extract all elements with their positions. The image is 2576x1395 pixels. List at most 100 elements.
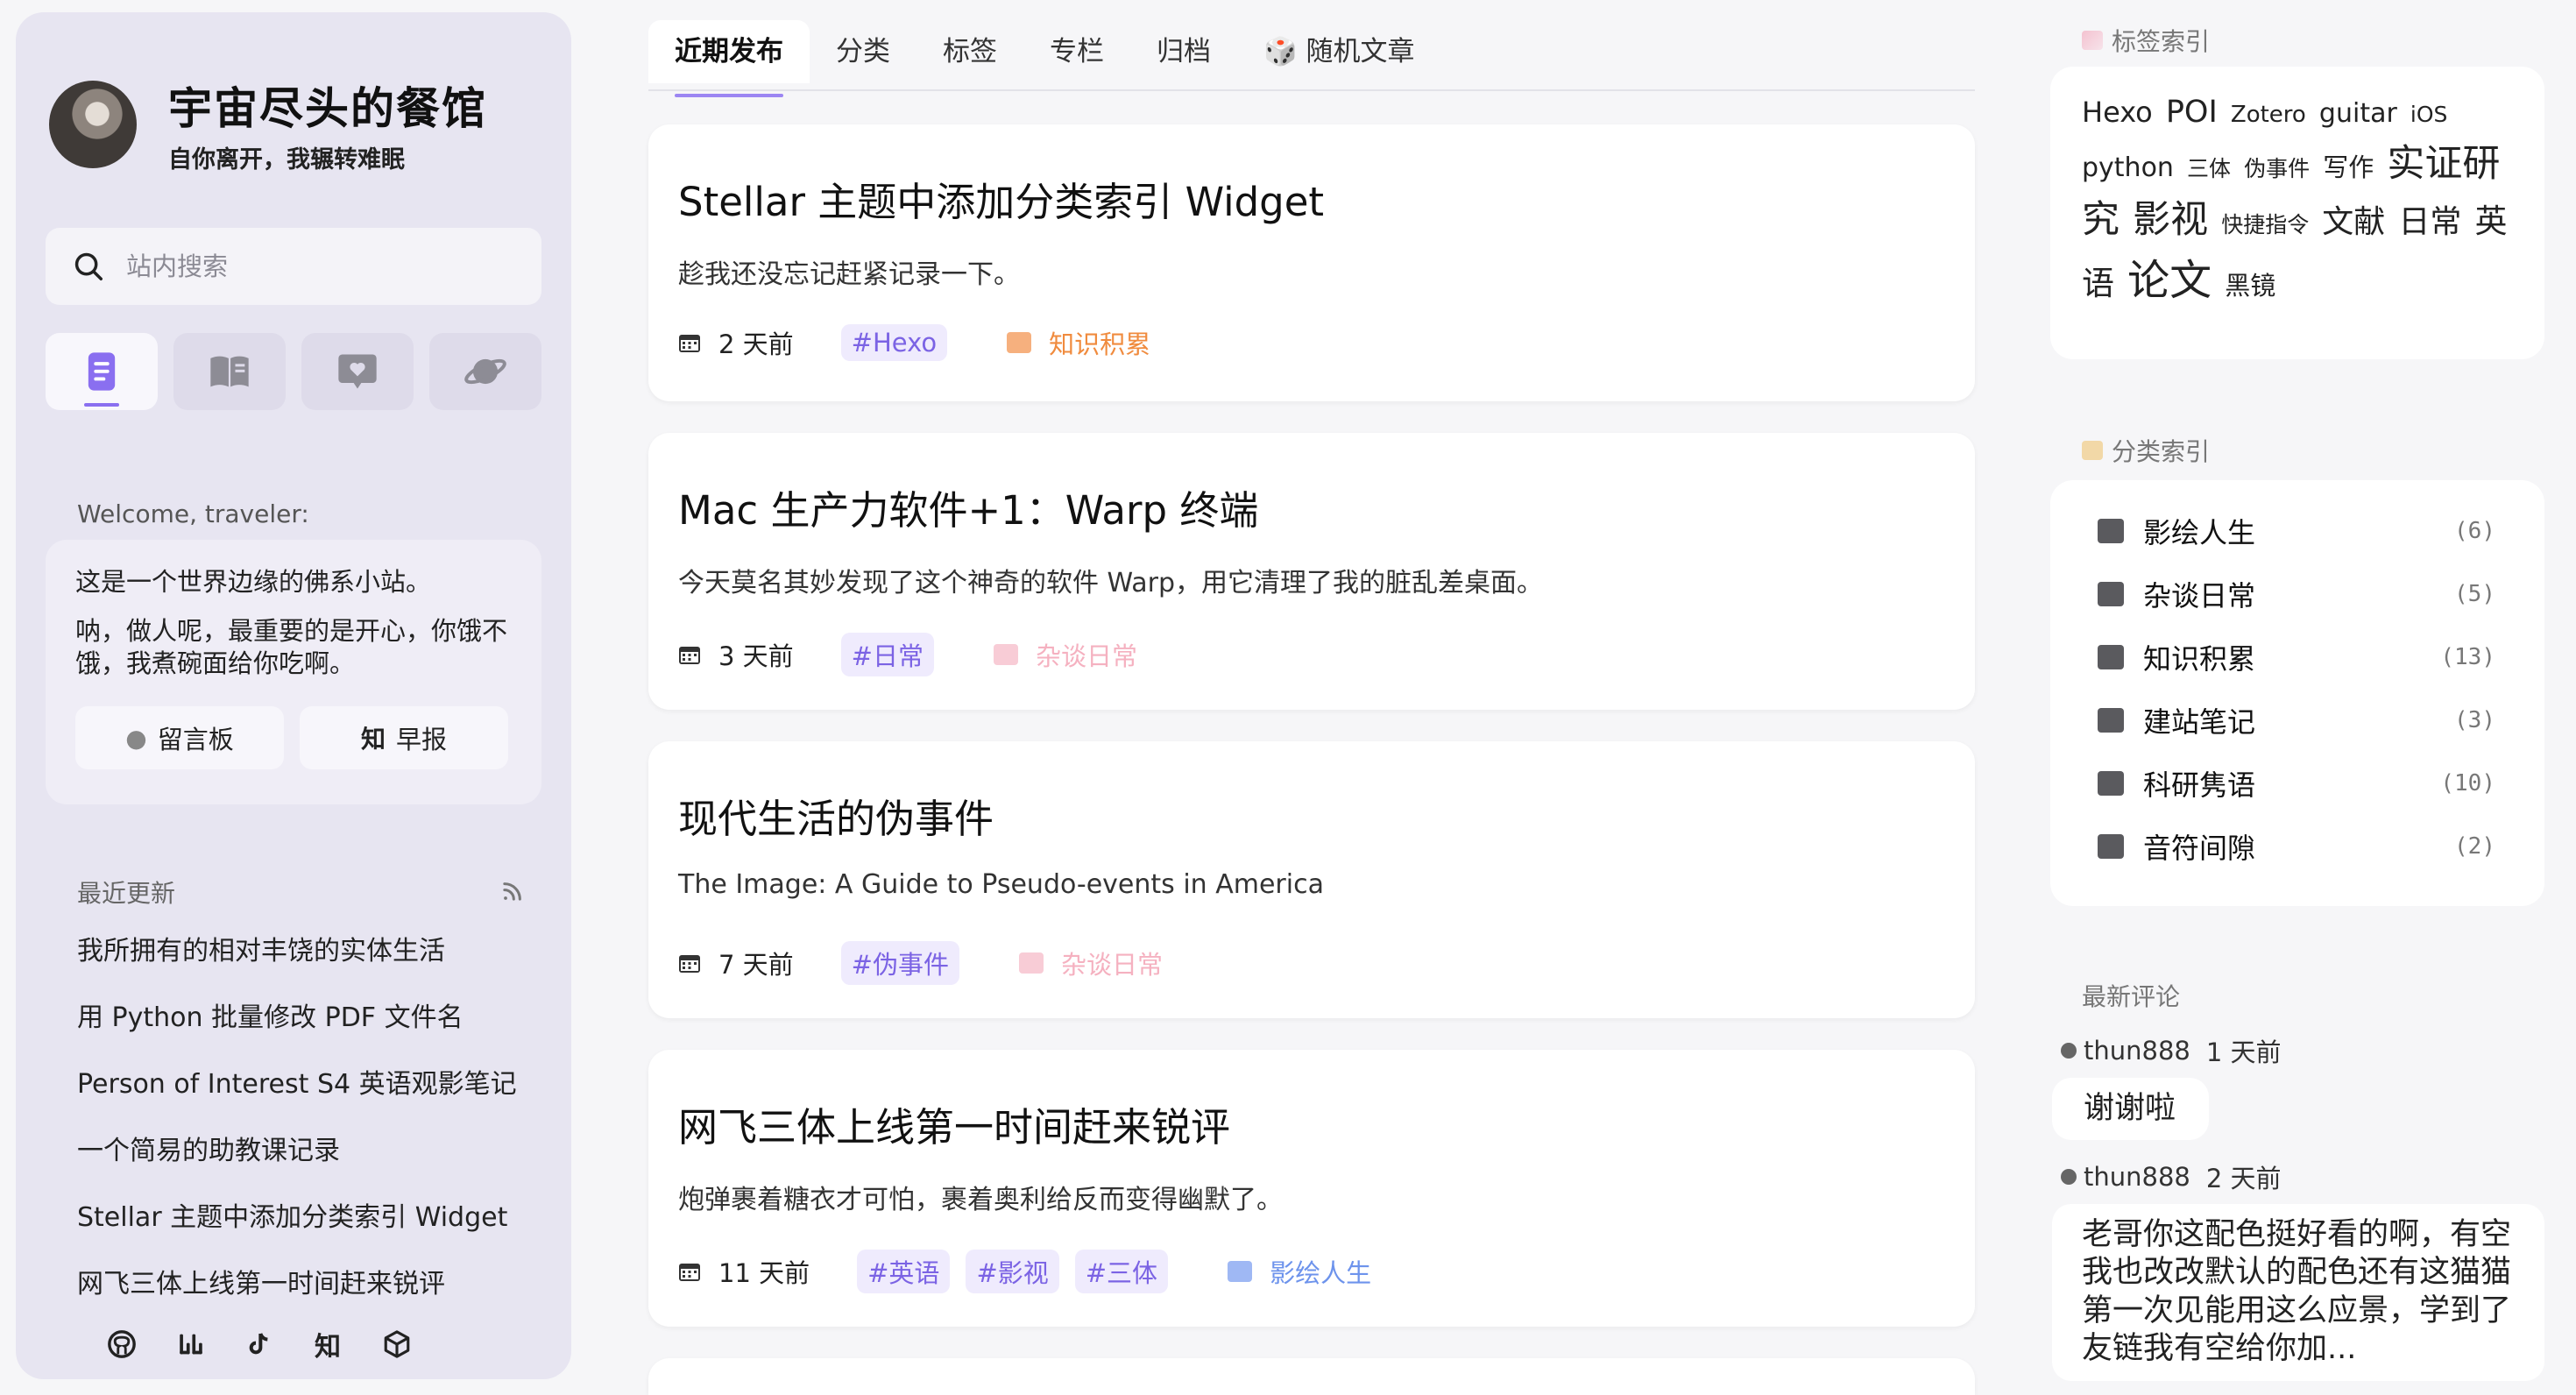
post-title[interactable]: 网飞三体上线第一时间赶来锐评 — [678, 1095, 1230, 1152]
post-card[interactable]: Stellar 主题中添加分类索引 Widget 趁我还没忘记赶紧记录一下。 2… — [648, 124, 1975, 401]
tag-link[interactable]: 文献 — [2322, 204, 2385, 240]
recent-item[interactable]: 一个简易的助教课记录 — [77, 1129, 517, 1195]
document-icon — [88, 352, 116, 391]
tag-link[interactable]: Zotero — [2231, 102, 2306, 128]
post-meta: 7 天前 #伪事件 杂谈日常 — [678, 941, 1163, 985]
calendar-icon — [679, 955, 700, 973]
tab-archive[interactable]: 归档 — [1130, 20, 1237, 83]
tag-link[interactable]: Hexo — [2082, 96, 2153, 129]
nav-wiki-tab[interactable] — [173, 333, 286, 410]
category-item[interactable]: 影绘人生 (6) — [2098, 499, 2495, 563]
site-title[interactable]: 宇宙尽头的餐馆 — [168, 74, 487, 137]
latest-comments-header: 最新评论 — [2082, 978, 2180, 1013]
tag-link[interactable]: 三体 — [2187, 156, 2231, 181]
tag-link[interactable]: 论文 — [2127, 256, 2212, 305]
cube-icon[interactable] — [382, 1329, 412, 1359]
category-index-header: 分类索引 — [2082, 433, 2210, 468]
category-item[interactable]: 知识积累 (13) — [2098, 626, 2495, 689]
tag-link[interactable]: POI — [2166, 95, 2218, 130]
post-category-label: 知识积累 — [1049, 329, 1151, 359]
tag-link[interactable]: 日常 — [2398, 204, 2461, 240]
calendar-icon — [679, 647, 700, 664]
search-input[interactable] — [126, 251, 512, 281]
tab-random-post[interactable]: 🎲 随机文章 — [1237, 20, 1440, 83]
category-item[interactable]: 科研隽语 (10) — [2098, 752, 2495, 815]
folder-icon — [2098, 519, 2124, 543]
post-card[interactable] — [648, 1358, 1975, 1395]
left-sidebar: 宇宙尽头的餐馆 自你离开，我辗转难眠 Welcome, traveler: 这是… — [16, 12, 571, 1379]
tag-link[interactable]: 黑镜 — [2225, 271, 2275, 301]
post-card[interactable]: 网飞三体上线第一时间赶来锐评 炮弹裹着糖衣才可怕，裹着奥利给反而变得幽默了。 1… — [648, 1050, 1975, 1327]
comment-user[interactable]: thun888 — [2084, 1036, 2190, 1066]
tab-categories[interactable]: 分类 — [810, 20, 916, 83]
post-tag[interactable]: #伪事件 — [840, 941, 959, 985]
tag-index-header: 标签索引 — [2082, 23, 2210, 58]
recent-item[interactable]: 用 Python 批量修改 PDF 文件名 — [77, 995, 517, 1062]
post-tag[interactable]: #日常 — [840, 633, 934, 676]
folder-icon — [993, 644, 1018, 665]
tag-link[interactable]: 伪事件 — [2244, 156, 2310, 181]
tab-tags[interactable]: 标签 — [916, 20, 1023, 83]
comment-bubble[interactable]: 老哥你这配色挺好看的啊，有空我也改改默认的配色还有这猫猫第一次见能用这么应景，学… — [2052, 1204, 2544, 1381]
recent-item[interactable]: Person of Interest S4 英语观影笔记 — [77, 1062, 517, 1129]
post-card[interactable]: Mac 生产力软件+1：Warp 终端 今天莫名其妙发现了这个神奇的软件 War… — [648, 433, 1975, 710]
tab-recent[interactable]: 近期发布 — [648, 20, 810, 97]
comment-meta: thun888 2 天前 — [2061, 1158, 2282, 1195]
post-tag[interactable]: #英语 — [857, 1250, 951, 1293]
tag-link[interactable]: iOS — [2410, 102, 2448, 127]
search-box[interactable] — [46, 228, 541, 305]
post-category[interactable]: 杂谈日常 — [1018, 945, 1163, 981]
post-meta: 3 天前 #日常 杂谈日常 — [678, 633, 1137, 676]
post-category-label: 影绘人生 — [1270, 1258, 1372, 1288]
daily-news-button[interactable]: 知 早报 — [300, 706, 508, 769]
welcome-line-2: 呐，做人呢，最重要的是开心，你饿不饿，我煮碗面给你吃啊。 — [75, 616, 508, 678]
folder-icon — [1228, 1261, 1253, 1282]
tiktok-icon[interactable] — [245, 1329, 273, 1359]
user-dot-icon — [2061, 1043, 2077, 1059]
comment-bubble[interactable]: 谢谢啦 — [2052, 1078, 2210, 1141]
post-title[interactable]: 现代生活的伪事件 — [678, 787, 994, 844]
post-category[interactable]: 杂谈日常 — [993, 636, 1137, 673]
bilibili-icon[interactable] — [175, 1329, 207, 1359]
category-count: (10) — [2440, 770, 2495, 797]
category-name: 影绘人生 — [2143, 516, 2256, 549]
zhihu-icon[interactable]: 知 — [312, 1325, 343, 1363]
post-title[interactable]: Mac 生产力软件+1：Warp 终端 — [678, 478, 1258, 535]
post-tag[interactable]: #影视 — [966, 1250, 1059, 1293]
github-icon[interactable] — [107, 1329, 137, 1359]
tag-link[interactable]: python — [2082, 152, 2174, 183]
user-dot-icon — [2061, 1169, 2077, 1185]
comment-time: 2 天前 — [2205, 1164, 2282, 1193]
avatar[interactable] — [49, 80, 137, 168]
recent-item[interactable]: 网飞三体上线第一时间赶来锐评 — [77, 1262, 517, 1328]
zhihu-icon: 知 — [360, 725, 386, 754]
guestbook-button[interactable]: ● 留言板 — [75, 706, 284, 769]
nav-notes-tab[interactable] — [301, 333, 414, 410]
category-item[interactable]: 建站笔记 (3) — [2098, 689, 2495, 752]
latest-comments-title: 最新评论 — [2082, 982, 2181, 1011]
nav-posts-tab[interactable] — [46, 333, 158, 410]
comment-user[interactable]: thun888 — [2084, 1162, 2190, 1192]
recent-item[interactable]: Stellar 主题中添加分类索引 Widget — [77, 1195, 517, 1262]
category-item[interactable]: 杂谈日常 (5) — [2098, 563, 2495, 626]
social-links: 知 — [107, 1325, 412, 1363]
tag-link[interactable]: 写作 — [2323, 152, 2374, 182]
tag-link[interactable]: 快捷指令 — [2221, 212, 2309, 237]
recent-item[interactable]: 我所拥有的相对丰饶的实体生活 — [77, 929, 517, 995]
post-tag[interactable]: #Hexo — [840, 324, 948, 361]
tag-link[interactable]: guitar — [2319, 98, 2397, 129]
post-category[interactable]: 影绘人生 — [1228, 1253, 1371, 1290]
category-name: 科研隽语 — [2143, 768, 2256, 802]
profile-text: 宇宙尽头的餐馆 自你离开，我辗转难眠 — [168, 74, 487, 174]
post-card[interactable]: 现代生活的伪事件 The Image: A Guide to Pseudo-ev… — [648, 741, 1975, 1018]
category-item[interactable]: 音符间隙 (2) — [2098, 815, 2495, 878]
rss-icon[interactable] — [499, 880, 524, 904]
profile-header[interactable]: 宇宙尽头的餐馆 自你离开，我辗转难眠 — [49, 74, 487, 174]
category-name: 建站笔记 — [2143, 705, 2256, 739]
post-tag[interactable]: #三体 — [1074, 1250, 1169, 1293]
post-category[interactable]: 知识积累 — [1007, 324, 1150, 361]
tag-link[interactable]: 影视 — [2133, 198, 2208, 242]
nav-explore-tab[interactable] — [429, 333, 541, 410]
tab-columns[interactable]: 专栏 — [1023, 20, 1130, 83]
post-title[interactable]: Stellar 主题中添加分类索引 Widget — [678, 170, 1324, 227]
